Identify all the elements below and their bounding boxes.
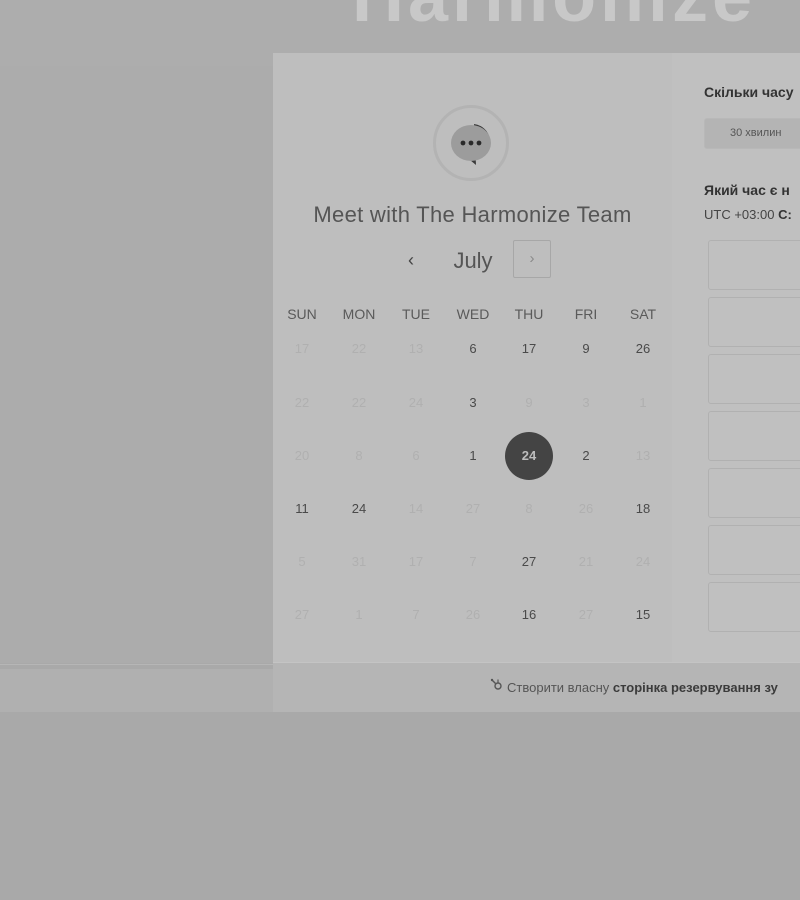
calendar-day: 27 <box>294 607 310 622</box>
create-page-link[interactable]: Створити власну сторінка резервування зу <box>490 678 778 695</box>
calendar-day: 13 <box>408 341 424 356</box>
weekday-sat: SAT <box>629 306 657 322</box>
calendar-day: 20 <box>294 448 310 463</box>
calendar-day[interactable]: 18 <box>619 485 667 533</box>
weekday-fri: FRI <box>574 306 598 322</box>
calendar-day[interactable]: 9 <box>562 325 610 373</box>
calendar-day: 8 <box>355 448 363 463</box>
calendar-day: 13 <box>635 448 651 463</box>
calendar-day: 24 <box>635 554 651 569</box>
calendar-day: 22 <box>351 395 367 410</box>
calendar-day: 3 <box>582 395 590 410</box>
weekday-sun: SUN <box>287 306 317 322</box>
weekday-thu: THU <box>514 306 544 322</box>
calendar-day[interactable]: 2 <box>562 432 610 480</box>
calendar-day: 5 <box>298 554 306 569</box>
calendar-day: 26 <box>578 501 594 516</box>
calendar-day[interactable]: 15 <box>619 591 667 639</box>
calendar-day: 7 <box>412 607 420 622</box>
timezone-offset: UTC +03:00 <box>704 207 775 222</box>
calendar-day[interactable]: 6 <box>449 325 497 373</box>
time-slot[interactable] <box>708 354 800 404</box>
duration-option-30[interactable]: 30 хвилин <box>704 118 800 149</box>
weekday-mon: MON <box>342 306 376 322</box>
chevron-left-icon: ‹ <box>408 250 414 270</box>
footer-text-bold: сторінка резервування зу <box>612 680 778 695</box>
weekday-tue: TUE <box>402 306 430 322</box>
calendar-day: 21 <box>578 554 594 569</box>
calendar-day: 26 <box>465 607 481 622</box>
calendar-day[interactable]: 11 <box>278 485 326 533</box>
calendar-day[interactable]: 1 <box>449 432 497 480</box>
next-month-button[interactable]: › <box>513 240 551 278</box>
chat-bubble-icon <box>451 124 491 165</box>
sprocket-icon <box>490 678 504 695</box>
time-slot[interactable] <box>708 582 800 632</box>
calendar-day[interactable]: 3 <box>449 379 497 427</box>
calendar-day: 14 <box>408 501 424 516</box>
calendar-day[interactable]: 17 <box>505 325 553 373</box>
meeting-title: Meet with The Harmonize Team <box>313 202 632 227</box>
prev-month-button[interactable]: ‹ <box>399 248 423 272</box>
time-slot[interactable] <box>708 297 800 347</box>
calendar-day[interactable]: 26 <box>619 325 667 373</box>
calendar-day: 7 <box>469 554 477 569</box>
calendar-day: 9 <box>525 395 533 410</box>
calendar-panel: Meet with The Harmonize Team ‹ July › SU… <box>273 53 672 662</box>
chevron-right-icon: › <box>529 250 535 267</box>
calendar-day: 22 <box>294 395 310 410</box>
calendar-day: 1 <box>639 395 647 410</box>
brand-title: Harmonize <box>352 0 756 38</box>
time-slot[interactable] <box>708 468 800 518</box>
time-slot[interactable] <box>708 240 800 290</box>
booking-panel: Скільки часу 30 хвилин Який час є н UTC … <box>672 53 800 662</box>
month-label: July <box>453 248 493 273</box>
left-background <box>0 66 273 663</box>
calendar-day[interactable]: 24 <box>335 485 383 533</box>
calendar-day: 8 <box>525 501 533 516</box>
divider <box>0 664 273 665</box>
calendar-day: 6 <box>412 448 420 463</box>
calendar-day: 17 <box>408 554 424 569</box>
footer-text-plain: Створити власну <box>507 680 613 695</box>
weekday-wed: WED <box>456 306 490 322</box>
duration-question: Скільки часу <box>704 84 794 100</box>
footer: Створити власну сторінка резервування зу <box>273 662 800 712</box>
calendar-day: 24 <box>408 395 424 410</box>
time-slot[interactable] <box>708 411 800 461</box>
timezone-name: С: <box>778 207 792 222</box>
time-slot[interactable] <box>708 525 800 575</box>
calendar-day: 17 <box>294 341 310 356</box>
calendar-day: 27 <box>465 501 481 516</box>
calendar-day: 1 <box>355 607 363 622</box>
selected-day[interactable]: 24 <box>505 432 553 480</box>
calendar-day: 31 <box>351 554 367 569</box>
timezone-label: UTC +03:00 С: <box>704 207 792 222</box>
calendar-day[interactable]: 27 <box>505 538 553 586</box>
team-avatar <box>433 105 509 181</box>
time-question: Який час є н <box>704 182 790 198</box>
calendar-day: 27 <box>578 607 594 622</box>
left-footer-band <box>0 669 273 712</box>
calendar-day[interactable]: 16 <box>505 591 553 639</box>
calendar-day: 22 <box>351 341 367 356</box>
